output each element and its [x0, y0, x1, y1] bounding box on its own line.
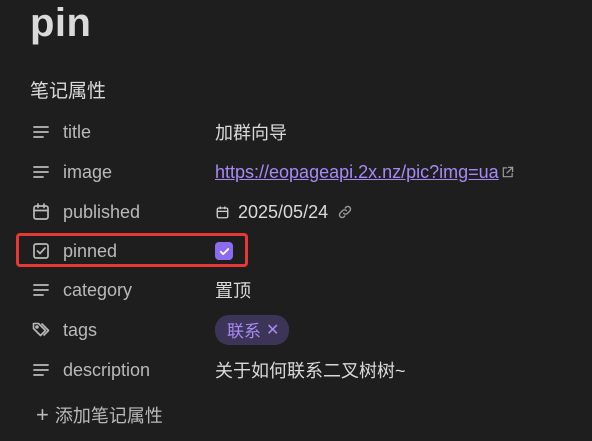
text-lines-icon[interactable] — [30, 161, 52, 183]
text-lines-icon[interactable] — [30, 279, 52, 301]
property-key[interactable]: description — [63, 360, 150, 381]
close-icon[interactable]: ✕ — [266, 320, 279, 340]
calendar-icon[interactable] — [215, 205, 230, 220]
published-date[interactable]: 2025/05/24 — [238, 202, 328, 223]
link-icon[interactable] — [336, 203, 354, 221]
property-value[interactable]: 关于如何联系二叉树树~ — [215, 357, 406, 383]
property-row-published: published 2025/05/24 — [30, 193, 570, 231]
property-value[interactable]: 加群向导 — [215, 119, 287, 145]
text-lines-icon[interactable] — [30, 359, 52, 381]
property-row-image: image https://eopageapi.2x.nz/pic?img=ua — [30, 153, 570, 191]
external-link-icon — [501, 166, 514, 179]
property-key[interactable]: published — [63, 202, 140, 223]
property-key[interactable]: image — [63, 162, 112, 183]
property-row-description: description 关于如何联系二叉树树~ — [30, 351, 570, 389]
property-key[interactable]: title — [63, 122, 91, 143]
add-property-button[interactable]: + 添加笔记属性 — [36, 402, 163, 428]
property-row-category: category 置顶 — [30, 271, 570, 309]
property-key[interactable]: tags — [63, 320, 97, 341]
text-lines-icon[interactable] — [30, 121, 52, 143]
calendar-icon[interactable] — [30, 201, 52, 223]
properties-heading[interactable]: 笔记属性 — [30, 76, 106, 103]
property-row-tags: tags 联系 ✕ — [30, 311, 570, 349]
highlight-box — [16, 233, 248, 267]
add-property-label: 添加笔记属性 — [54, 406, 163, 426]
note-title[interactable]: pin — [30, 0, 91, 46]
tag-chip[interactable]: 联系 ✕ — [215, 315, 290, 345]
plus-icon: + — [36, 402, 49, 427]
image-url-link[interactable]: https://eopageapi.2x.nz/pic?img=ua — [215, 162, 499, 183]
tag-label[interactable]: 联系 — [227, 317, 261, 342]
tags-icon[interactable] — [30, 319, 52, 341]
property-row-title: title 加群向导 — [30, 113, 570, 151]
property-value[interactable]: 置顶 — [215, 277, 251, 303]
property-key[interactable]: category — [63, 280, 132, 301]
